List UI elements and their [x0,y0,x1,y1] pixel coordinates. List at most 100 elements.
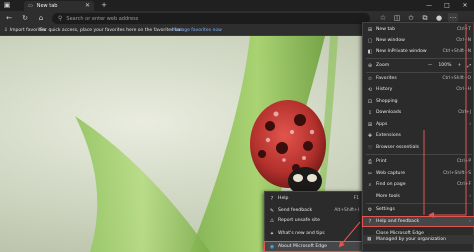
menu-item-shortcut: Ctrl+F [456,182,471,187]
help-icon: ? [368,218,372,225]
apps-icon: ⊞ [367,121,373,128]
zoom-out-button[interactable]: — [428,63,433,68]
menu-item-new-inprivate-window[interactable]: ◧ New InPrivate window Ctrl+Shift+N [363,47,474,56]
menu-item-label: New tab [376,27,396,32]
menu-divider [366,154,472,155]
menu-item-extensions[interactable]: ✚ Extensions [363,131,474,140]
menu-item-shortcut: Ctrl+N [456,38,471,43]
menu-item-apps[interactable]: ⊞ Apps › [363,120,474,129]
menu-item-shopping[interactable]: ⊡ Shopping [363,97,474,106]
downloads-icon: ⇩ [367,109,373,116]
menu-item-label: History [376,87,393,92]
menu-item-downloads[interactable]: ⇩ Downloads Ctrl+J [363,108,474,117]
menu-item-more-tools[interactable]: More tools › [363,192,474,201]
sparkle-icon: ✦ [269,230,275,237]
menu-item-shortcut: Ctrl+Shift+O [442,76,471,81]
manage-favorites-link[interactable]: Manage favorites now [172,28,222,33]
menu-item-label: Apps [376,122,388,127]
menu-item-settings[interactable]: ⚙ Settings [363,205,474,214]
menu-item-label: Zoom [376,63,390,68]
menu-item-send-feedback[interactable]: ✎ Send feedback Alt+Shift+I [265,206,363,215]
new-tab-icon: ⊞ [367,26,373,33]
menu-item-browser-essentials[interactable]: ♡ Browser essentials [363,143,474,152]
menu-item-label: More tools [376,194,400,199]
managed-label: Managed by your organization [376,237,447,242]
fullscreen-button[interactable]: ⤢ [467,63,471,69]
back-icon[interactable]: ← [4,13,14,23]
menu-item-label: What's new and tips [278,231,325,236]
menu-item-shortcut: Ctrl+H [456,87,471,92]
tab-close-icon[interactable]: ✕ [85,2,90,9]
menu-item-label: Settings [376,207,395,212]
menu-item-zoom: ⊕ Zoom — 100% + ⤢ [363,61,474,70]
menu-item-report-unsafe-site[interactable]: ⚠ Report unsafe site [265,216,363,225]
menu-item-history[interactable]: ⟲ History Ctrl+H [363,85,474,94]
import-icon: ⇩ [4,28,8,33]
menu-item-label: New window [376,38,405,43]
address-bar[interactable]: ⚲ Search or enter web address [52,13,370,24]
menu-item-find-on-page[interactable]: ⌕ Find on page Ctrl+F [363,180,474,189]
menu-item-shortcut: Ctrl+J [458,110,471,115]
zoom-level: 100% [438,63,452,68]
menu-item-label: About Microsoft Edge [278,244,327,249]
menu-item-help-and-feedback[interactable]: ? Help and feedback › [362,216,474,227]
menu-item-shortcut: Ctrl+P [456,159,471,164]
minimize-button[interactable]: — [420,0,438,11]
menu-item-web-capture[interactable]: ✂ Web capture Ctrl+Shift+S [363,169,474,178]
tab-actions-icon[interactable]: ▣ [2,0,12,10]
menu-item-label: Favorites [376,76,397,81]
essentials-icon: ♡ [367,144,373,151]
menu-divider [366,203,472,204]
menu-item-label: New InPrivate window [376,49,427,54]
menu-item-label: Browser essentials [376,145,419,150]
menu-item-new-window[interactable]: ▢ New window Ctrl+N [363,36,474,45]
tab-page-icon: ▭ [28,3,33,9]
menu-item-label: Downloads [376,110,402,115]
menu-item-help[interactable]: ? Help F1 [265,194,363,203]
menu-item-label: Extensions [376,133,401,138]
print-icon: ⎙ [367,158,372,165]
settings-icon: ⚙ [367,206,373,213]
menu-item-shortcut: Ctrl+Shift+N [442,49,471,54]
zoom-icon: ⊕ [367,62,373,69]
warning-icon: ⚠ [269,217,275,224]
menu-item-label: Shopping [376,99,398,104]
help-submenu: ? Help F1 ✎ Send feedback Alt+Shift+I ⚠ … [264,191,364,252]
managed-by-organization[interactable]: ▦ Managed by your organization [363,235,474,244]
edge-logo-icon: ◉ [269,243,275,250]
menu-item-shortcut: Alt+Shift+I [334,208,359,213]
menu-item-label: Help and feedback [376,219,420,224]
menu-item-shortcut: Ctrl+T [456,27,471,32]
menu-item-about-edge[interactable]: ◉ About Microsoft Edge [264,241,364,252]
menu-item-shortcut: F1 [353,196,359,201]
close-window-button[interactable]: ✕ [456,0,474,11]
submenu-arrow-icon: › [469,219,471,224]
address-placeholder: Search or enter web address [66,15,139,22]
new-tab-button[interactable]: + [99,0,109,10]
tab-new-tab[interactable]: ▭ New tab ✕ [24,1,94,11]
zoom-in-button[interactable]: + [457,63,461,68]
organization-icon: ▦ [367,237,372,242]
feedback-icon: ✎ [269,207,275,214]
submenu-arrow-icon: › [469,122,471,127]
search-icon: ⚲ [58,15,63,22]
menu-item-label: Send feedback [278,208,313,213]
new-window-icon: ▢ [367,37,373,44]
web-capture-icon: ✂ [367,170,373,177]
menu-item-label: Help [278,196,289,201]
menu-item-print[interactable]: ⎙ Print Ctrl+P [363,157,474,166]
menu-item-whats-new[interactable]: ✦ What's new and tips [265,229,363,238]
refresh-icon[interactable]: ↻ [20,13,30,23]
menu-item-label: Find on page [376,182,406,187]
menu-item-label: Web capture [376,171,406,176]
extensions-icon: ✚ [367,132,373,139]
settings-menu: ⊞ New tab Ctrl+T ▢ New window Ctrl+N ◧ N… [362,22,474,252]
tab-title: New tab [36,3,58,9]
home-icon[interactable]: ⌂ [36,13,46,23]
zoom-controls: — 100% + ⤢ [428,63,471,69]
submenu-arrow-icon: › [469,194,471,199]
inprivate-icon: ◧ [367,48,373,55]
menu-item-new-tab[interactable]: ⊞ New tab Ctrl+T [363,25,474,34]
maximize-button[interactable]: □ [438,0,456,11]
menu-item-favorites[interactable]: ✩ Favorites Ctrl+Shift+O [363,74,474,83]
